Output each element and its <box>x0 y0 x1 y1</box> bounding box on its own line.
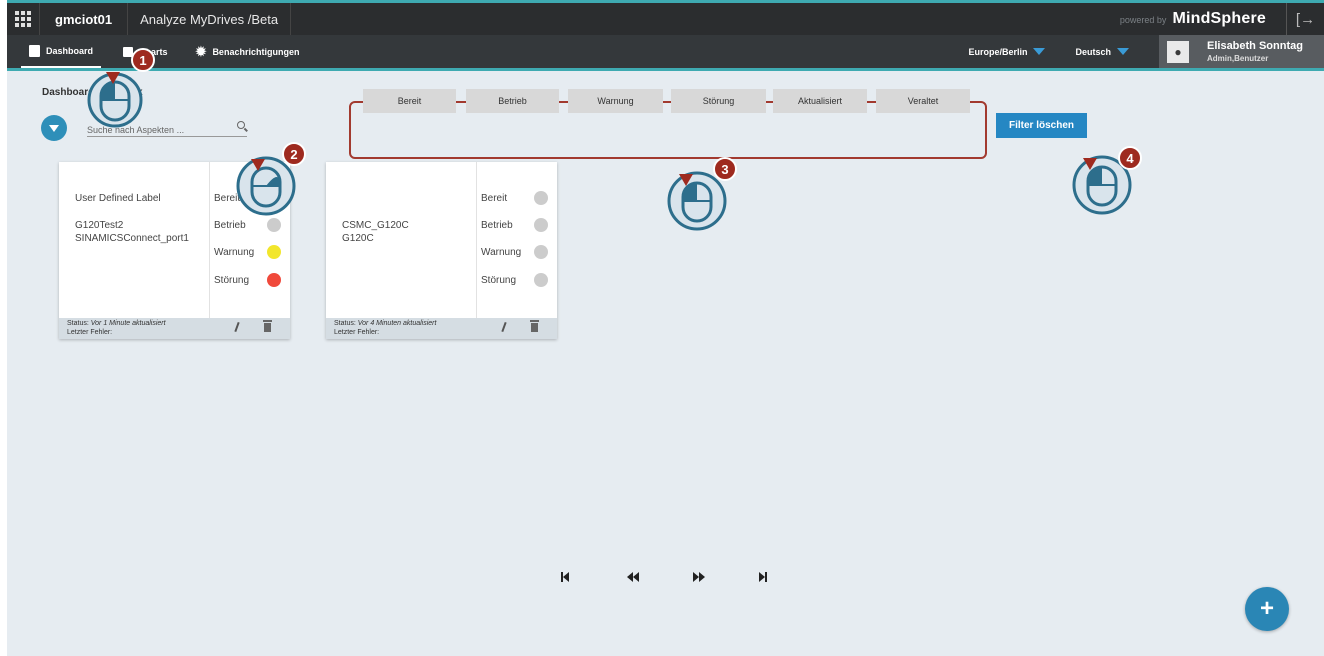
last-page-button[interactable] <box>759 569 773 582</box>
mindsphere-logo: MindSphere <box>1172 10 1266 27</box>
dashboard-icon <box>29 44 40 57</box>
logout-button[interactable]: [→ <box>1286 3 1324 35</box>
previous-page-button[interactable] <box>627 569 641 582</box>
filter-button-bereit[interactable]: Bereit <box>363 89 456 113</box>
user-role: Admin,Benutzer <box>1207 54 1269 63</box>
status-indicator <box>267 273 281 287</box>
top-bar: gmciot01 Analyze MyDrives /Beta powered … <box>7 0 1324 35</box>
card-asset-model: G120C <box>342 233 374 244</box>
callout-number-1: 1 <box>131 48 155 72</box>
card-last-error: Letzter Fehler: <box>334 329 380 336</box>
card-last-error: Letzter Fehler: <box>67 329 113 336</box>
app-launcher-button[interactable] <box>7 3 40 35</box>
language-value: Deutsch <box>1075 46 1111 57</box>
brand-logo: powered by MindSphere <box>1120 10 1266 28</box>
asset-card[interactable]: CSMC_G120C G120C Bereit Betrieb Warnung … <box>326 162 557 339</box>
status-label: Störung <box>214 275 250 286</box>
card-status-text: Status: Vor 1 Minute aktualisiert <box>67 320 166 327</box>
chevron-down-icon <box>1033 48 1046 55</box>
callout-number-3: 3 <box>713 157 737 181</box>
card-asset-name: CSMC_G120C <box>342 220 409 231</box>
clear-filter-button[interactable]: Filter löschen <box>996 113 1087 138</box>
tenant-name[interactable]: gmciot01 <box>40 3 129 35</box>
filter-button-veraltet[interactable]: Veraltet <box>876 89 970 113</box>
status-row-warnung: Warnung <box>481 245 553 259</box>
language-select[interactable]: Deutsch <box>1075 47 1129 57</box>
add-asset-button[interactable]: + <box>1245 587 1289 631</box>
filter-button-stoerung[interactable]: Störung <box>671 89 766 113</box>
status-indicator <box>534 218 548 232</box>
logout-icon: [→ <box>1295 10 1316 28</box>
user-menu[interactable]: ● Elisabeth Sonntag Admin,Benutzer <box>1159 35 1324 68</box>
status-indicator <box>534 245 548 259</box>
avatar: ● <box>1167 40 1189 63</box>
card-asset-model: SINAMICSConnect_port1 <box>75 233 189 244</box>
grid-icon <box>15 11 31 27</box>
status-label: Betrieb <box>481 220 513 231</box>
status-row-stoerung: Störung <box>481 273 553 287</box>
card-label: User Defined Label <box>75 193 161 204</box>
card-footer: Status: Vor 1 Minute aktualisiert Letzte… <box>59 318 290 339</box>
callout-number-2: 2 <box>282 142 306 166</box>
tab-notifications-label: Benachrichtigungen <box>212 46 300 57</box>
edit-icon[interactable] <box>501 321 507 333</box>
filter-icon <box>49 124 59 132</box>
status-row-betrieb: Betrieb <box>214 218 286 232</box>
trash-icon[interactable] <box>263 320 272 332</box>
timezone-value: Europe/Berlin <box>968 46 1028 57</box>
filter-button-warnung[interactable]: Warnung <box>568 89 663 113</box>
status-indicator <box>534 191 548 205</box>
first-page-button[interactable] <box>561 569 575 582</box>
status-label: Bereit <box>481 193 508 204</box>
status-label: Warnung <box>214 247 255 258</box>
callout-mouse-1 <box>82 62 148 128</box>
mouse-icon <box>87 72 143 128</box>
tab-dashboard-label: Dashboard <box>46 45 94 56</box>
search-icon[interactable] <box>237 121 245 129</box>
status-row-betrieb: Betrieb <box>481 218 553 232</box>
card-divider <box>476 162 477 318</box>
card-divider <box>209 162 210 318</box>
tab-notifications[interactable]: ✹ Benachrichtigungen <box>188 35 308 68</box>
callout-number-4: 4 <box>1118 146 1142 170</box>
gear-icon: ✹ <box>195 43 207 59</box>
status-row-warnung: Warnung <box>214 245 286 259</box>
next-page-button[interactable] <box>693 569 707 582</box>
nav-bar: Dashboard Charts ✹ Benachrichtigungen Eu… <box>7 35 1324 71</box>
status-label: Betrieb <box>214 220 246 231</box>
status-row-stoerung: Störung <box>214 273 286 287</box>
filter-button-aktualisiert[interactable]: Aktualisiert <box>773 89 867 113</box>
powered-by-text: powered by <box>1119 15 1167 25</box>
card-status-text: Status: Vor 4 Minuten aktualisiert <box>334 320 437 327</box>
card-footer: Status: Vor 4 Minuten aktualisiert Letzt… <box>326 318 557 339</box>
trash-icon[interactable] <box>530 320 539 332</box>
status-indicator <box>534 273 548 287</box>
status-label: Warnung <box>481 247 522 258</box>
status-indicator <box>267 245 281 259</box>
user-name: Elisabeth Sonntag <box>1207 40 1303 52</box>
status-label: Störung <box>481 275 517 286</box>
app-name[interactable]: Analyze MyDrives /Beta <box>128 3 292 35</box>
filter-button-betrieb[interactable]: Betrieb <box>466 89 559 113</box>
status-indicator <box>267 218 281 232</box>
filter-toggle-button[interactable] <box>41 115 67 141</box>
plus-icon: + <box>1259 595 1274 622</box>
chevron-down-icon <box>1117 48 1129 55</box>
timezone-select[interactable]: Europe/Berlin <box>968 46 1046 57</box>
edit-icon[interactable] <box>234 321 240 333</box>
card-asset-name: G120Test2 <box>75 220 124 231</box>
status-row-bereit: Bereit <box>481 191 553 205</box>
